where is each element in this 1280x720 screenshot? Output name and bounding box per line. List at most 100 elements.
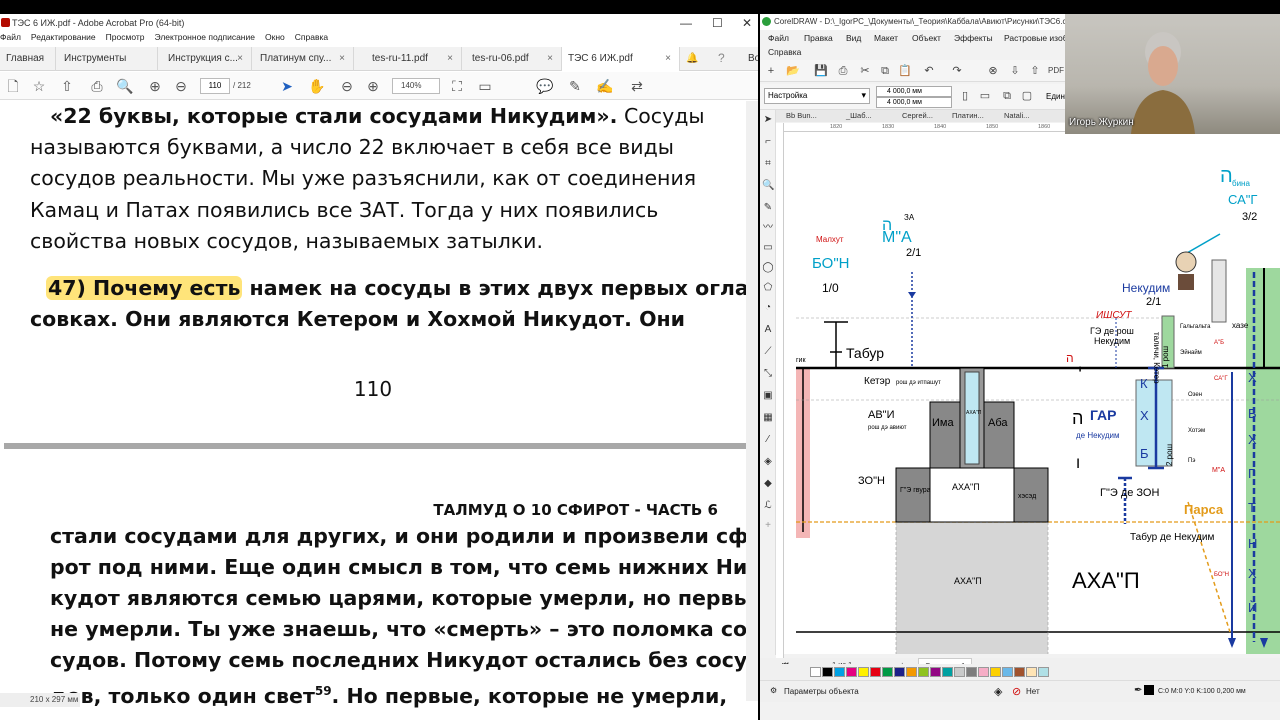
parallel-dimension-icon[interactable]: ⟋ xyxy=(762,346,774,358)
close-tab-icon[interactable]: × xyxy=(547,47,553,71)
basic-shapes-icon[interactable]: ◔ xyxy=(762,302,774,314)
fit-page-icon[interactable]: ⛶ xyxy=(448,78,466,94)
palette-swatch[interactable] xyxy=(906,667,917,677)
gear-icon[interactable]: ⚙ xyxy=(770,686,777,695)
menu-edit[interactable]: Редактирование xyxy=(31,32,96,46)
smart-drawing-icon[interactable]: ℒ xyxy=(762,500,774,512)
units-label[interactable]: Един xyxy=(1046,92,1065,101)
eyedropper-icon[interactable]: ⁄ xyxy=(762,434,774,446)
palette-swatch[interactable] xyxy=(918,667,929,677)
help-icon[interactable]: ? xyxy=(718,51,725,65)
undo-icon[interactable]: ↶ xyxy=(922,64,936,78)
smart-fill-icon[interactable]: ◆ xyxy=(762,478,774,490)
menu-layout[interactable]: Макет xyxy=(874,33,898,43)
current-page-icon[interactable]: ▢ xyxy=(1020,89,1034,103)
palette-swatch[interactable] xyxy=(1026,667,1037,677)
print-icon[interactable]: ⎙ xyxy=(836,64,850,78)
doc-tab[interactable]: Bb Bun... xyxy=(786,111,817,120)
zoom-level-select[interactable]: 140% xyxy=(392,78,440,94)
page-height-input[interactable]: 4 000,0 мм xyxy=(876,97,952,108)
menu-window[interactable]: Окно xyxy=(265,32,285,46)
add-tool-icon[interactable]: + xyxy=(762,520,774,532)
ellipse-tool-icon[interactable]: ◯ xyxy=(762,262,774,274)
palette-swatch[interactable] xyxy=(966,667,977,677)
create-icon[interactable]: 🗋 xyxy=(4,78,22,94)
doc-tab[interactable]: Платин... xyxy=(952,111,984,120)
palette-swatch[interactable] xyxy=(834,667,845,677)
new-document-icon[interactable]: + xyxy=(764,64,778,78)
doc-tab[interactable]: Сергей... xyxy=(902,111,933,120)
menu-file[interactable]: Файл xyxy=(768,33,789,43)
bookmark-star-icon[interactable]: ☆ xyxy=(30,78,48,94)
close-tab-icon[interactable]: × xyxy=(447,47,453,71)
close-tab-icon[interactable]: × xyxy=(339,47,345,71)
cut-icon[interactable]: ✂ xyxy=(858,64,872,78)
select-cursor-icon[interactable]: ➤ xyxy=(278,78,296,94)
notifications-icon[interactable]: 🔔 xyxy=(686,53,698,64)
minimize-icon[interactable]: — xyxy=(680,16,692,30)
document-scrollbar[interactable] xyxy=(746,101,758,701)
doc-tab[interactable]: _Шаб... xyxy=(846,111,872,120)
freehand-tool-icon[interactable]: ✎ xyxy=(762,202,774,214)
palette-swatch[interactable] xyxy=(978,667,989,677)
footnote-ref[interactable]: 59 xyxy=(315,684,332,698)
akap-grey-area[interactable] xyxy=(896,522,1048,654)
akap-inner-column[interactable] xyxy=(964,371,980,465)
export-icon[interactable]: ⇧ xyxy=(1028,64,1042,78)
sign-icon[interactable]: ✍ xyxy=(596,78,614,94)
menu-help[interactable]: Справка xyxy=(295,32,328,46)
upload-icon[interactable]: ⇧ xyxy=(58,78,76,94)
doc-tab[interactable]: Natali... xyxy=(1004,111,1029,120)
text-highlight[interactable]: 47) Почему есть xyxy=(46,276,243,300)
aba-block[interactable] xyxy=(983,401,1015,469)
print-icon[interactable]: ⎙ xyxy=(88,78,106,94)
import-icon[interactable]: ⇩ xyxy=(1008,64,1022,78)
tab-more[interactable]: Во xyxy=(742,47,758,71)
palette-swatch[interactable] xyxy=(858,667,869,677)
copy-icon[interactable]: ⧉ xyxy=(878,64,892,78)
text-tool-icon[interactable]: A xyxy=(762,324,774,336)
menu-e-sign[interactable]: Электронное подписание xyxy=(155,32,255,46)
drop-shadow-icon[interactable]: ▣ xyxy=(762,390,774,402)
highlight-pen-icon[interactable]: ✎ xyxy=(566,78,584,94)
tab-document[interactable]: Платинум спу... × xyxy=(254,47,354,71)
page-preset-select[interactable]: Настройка xyxy=(764,88,870,104)
share-icon[interactable]: ⇄ xyxy=(628,78,646,94)
palette-swatch[interactable] xyxy=(846,667,857,677)
menu-file[interactable]: Файл xyxy=(0,32,21,46)
palette-swatch[interactable] xyxy=(954,667,965,677)
tab-tools[interactable]: Инструменты xyxy=(58,47,158,71)
tab-document[interactable]: Инструкция с... × xyxy=(162,47,252,71)
palette-swatch[interactable] xyxy=(990,667,1001,677)
menu-edit[interactable]: Правка xyxy=(804,33,833,43)
polygon-tool-icon[interactable]: ⬠ xyxy=(762,282,774,294)
shape-tool-icon[interactable]: ⌐ xyxy=(762,136,774,148)
page-up-icon[interactable]: ⊕ xyxy=(146,78,164,94)
tab-document[interactable]: tes-ru-06.pdf × xyxy=(466,47,562,71)
redo-icon[interactable]: ↷ xyxy=(950,64,964,78)
transparency-icon[interactable]: ▦ xyxy=(762,412,774,424)
sag-column[interactable] xyxy=(1211,259,1227,323)
crop-tool-icon[interactable]: ⌗ xyxy=(762,158,774,170)
zoom-search-icon[interactable]: 🔍 xyxy=(116,78,134,94)
palette-swatch[interactable] xyxy=(930,667,941,677)
all-pages-icon[interactable]: ⧉ xyxy=(1000,89,1014,103)
menu-view[interactable]: Просмотр xyxy=(106,32,145,46)
paste-icon[interactable]: 📋 xyxy=(898,64,912,78)
page-width-input[interactable]: 4 000,0 мм xyxy=(876,86,952,97)
save-icon[interactable]: 💾 xyxy=(814,64,828,78)
tab-home[interactable]: Главная xyxy=(0,47,56,71)
gevura-block[interactable] xyxy=(895,467,931,523)
palette-swatch[interactable] xyxy=(894,667,905,677)
palette-swatch[interactable] xyxy=(942,667,953,677)
zoom-tool-icon[interactable]: 🔍 xyxy=(762,180,774,192)
landscape-icon[interactable]: ▭ xyxy=(978,89,992,103)
tab-document[interactable]: tes-ru-11.pdf × xyxy=(366,47,462,71)
maximize-icon[interactable]: ☐ xyxy=(712,16,723,30)
rectangle-tool-icon[interactable]: ▭ xyxy=(762,242,774,254)
page-number-input[interactable]: 110 xyxy=(200,78,230,94)
scroll-mode-icon[interactable]: ▭ xyxy=(476,78,494,94)
menu-bitmaps[interactable]: Растровые изобр xyxy=(1004,33,1072,43)
palette-swatch[interactable] xyxy=(870,667,881,677)
pick-tool-icon[interactable]: ➤ xyxy=(762,114,774,126)
